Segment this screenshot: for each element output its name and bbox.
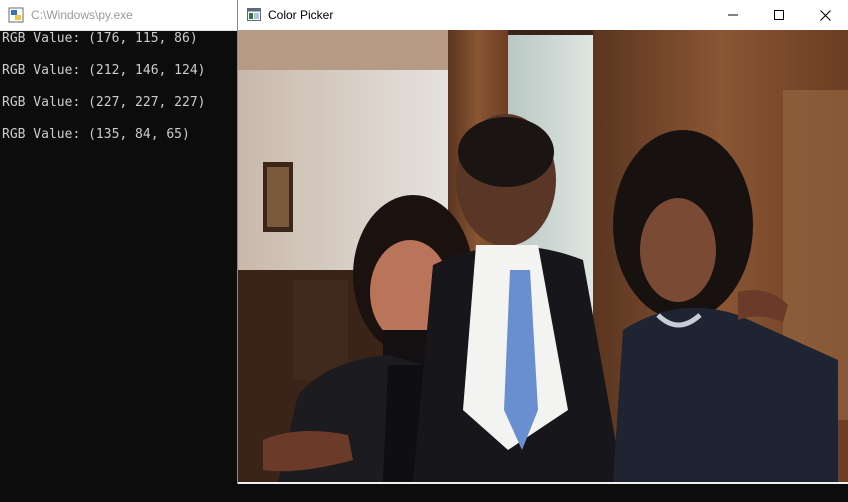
maximize-button[interactable] <box>756 0 802 30</box>
photo-image[interactable] <box>238 30 848 482</box>
picker-title: Color Picker <box>268 8 334 22</box>
minimize-icon <box>728 14 738 16</box>
picker-title-bar[interactable]: Color Picker <box>238 0 848 30</box>
color-picker-window: Color Picker <box>237 0 848 484</box>
console-title: C:\Windows\py.exe <box>31 8 133 22</box>
photo-canvas[interactable] <box>238 30 848 482</box>
window-icon <box>247 8 261 21</box>
window-bottom-edge <box>238 482 848 484</box>
console-line: RGB Value: (227, 227, 227) <box>2 95 206 110</box>
console-line: RGB Value: (212, 146, 124) <box>2 63 206 78</box>
close-icon <box>819 9 831 21</box>
minimize-button[interactable] <box>710 0 756 30</box>
python-icon <box>8 7 24 23</box>
console-line: RGB Value: (176, 115, 86) <box>2 31 198 46</box>
console-line: RGB Value: (135, 84, 65) <box>2 127 190 142</box>
maximize-icon <box>774 10 784 20</box>
close-button[interactable] <box>802 0 848 30</box>
